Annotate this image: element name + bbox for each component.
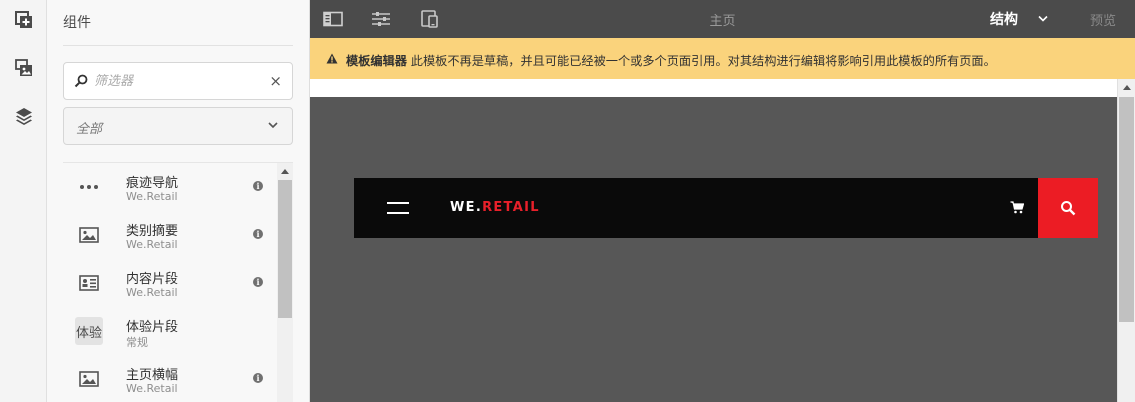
editor-canvas[interactable] <box>310 97 1117 402</box>
component-name: 主页横幅 <box>126 368 179 383</box>
scroll-thumb[interactable] <box>1119 97 1134 322</box>
brand-logo[interactable]: WE.RETAIL <box>450 200 540 215</box>
image-icon <box>75 221 103 249</box>
page-policy-button[interactable] <box>370 9 392 29</box>
component-group: We.Retail <box>126 382 178 395</box>
image-icon <box>75 365 103 393</box>
canvas-scrollbar[interactable] <box>1117 79 1135 402</box>
canvas-top-strip <box>310 79 1117 97</box>
info-icon[interactable]: i <box>253 373 263 383</box>
cart-icon[interactable] <box>1010 201 1024 214</box>
component-item[interactable]: 体验 体验片段 常规 <box>63 309 277 357</box>
banner-message: 模板编辑器 此模板不再是草稿，并且可能已经被一个或多个页面引用。对其结构进行编辑… <box>346 51 996 69</box>
info-icon[interactable]: i <box>253 277 263 287</box>
component-group: We.Retail <box>126 286 178 299</box>
mode-selector[interactable]: 结构 <box>990 9 1018 29</box>
component-name: 体验片段 <box>126 320 179 335</box>
side-panel-icon <box>323 11 343 27</box>
component-group: We.Retail <box>126 190 178 203</box>
chevron-down-icon[interactable] <box>1038 15 1048 22</box>
panel-divider <box>63 45 293 46</box>
sliders-icon <box>372 12 390 26</box>
banner-text: 此模板不再是草稿，并且可能已经被一个或多个页面引用。对其结构进行编辑将影响引用此… <box>406 54 996 68</box>
layers-icon <box>15 108 32 125</box>
banner-title: 模板编辑器 <box>346 54 407 68</box>
hamburger-menu-icon[interactable] <box>387 202 409 214</box>
brand-we: WE. <box>450 200 483 215</box>
rail-layers-button[interactable] <box>0 96 47 136</box>
template-warning-banner: 模板编辑器 此模板不再是草稿，并且可能已经被一个或多个页面引用。对其结构进行编辑… <box>310 38 1135 79</box>
add-component-icon <box>14 11 32 28</box>
rail-assets-button[interactable] <box>0 48 47 88</box>
chevron-down-icon <box>268 122 278 129</box>
component-list: 痕迹导航 We.Retail i 类别摘要 We.Retail i 内容片段 W… <box>63 163 277 402</box>
info-icon[interactable]: i <box>253 181 263 191</box>
components-panel: 组件 × 全部 痕迹导航 We.Retail i 类 <box>47 0 310 402</box>
brand-retail: RETAIL <box>482 200 540 215</box>
preview-button[interactable]: 预览 <box>1090 10 1116 29</box>
side-rail <box>0 0 47 402</box>
search-icon <box>74 74 88 88</box>
site-search-button[interactable] <box>1038 178 1098 238</box>
search-icon <box>1061 201 1076 216</box>
devices-icon <box>421 10 438 28</box>
group-filter-value: 全部 <box>76 122 103 137</box>
component-list-scrollbar[interactable] <box>277 163 293 402</box>
site-header-component[interactable]: WE.RETAIL <box>354 178 1098 238</box>
component-name: 痕迹导航 <box>126 176 179 191</box>
emulator-button[interactable] <box>419 9 441 29</box>
component-item[interactable]: 主页横幅 We.Retail i <box>63 357 277 402</box>
scroll-up-arrow-icon[interactable] <box>281 169 289 174</box>
info-icon[interactable]: i <box>253 229 263 239</box>
scroll-up-arrow-icon[interactable] <box>1123 85 1131 90</box>
component-group: We.Retail <box>126 238 178 251</box>
panel-title: 组件 <box>63 15 91 31</box>
component-item[interactable]: 内容片段 We.Retail i <box>63 261 277 309</box>
group-filter-select[interactable]: 全部 <box>63 107 293 145</box>
warning-icon <box>326 53 338 64</box>
editor-toolbar: 主页 结构 预览 <box>310 0 1135 38</box>
component-name: 内容片段 <box>126 272 179 287</box>
component-item[interactable]: 类别摘要 We.Retail i <box>63 213 277 261</box>
experience-fragment-thumb: 体验 <box>75 317 103 345</box>
component-name: 类别摘要 <box>126 224 179 239</box>
scroll-thumb[interactable] <box>278 180 292 318</box>
content-fragment-icon <box>75 269 103 297</box>
filter-input[interactable] <box>94 71 254 91</box>
assets-icon <box>14 59 32 76</box>
rail-components-button[interactable] <box>0 0 47 40</box>
component-group: 常规 <box>126 336 148 349</box>
toggle-side-panel-button[interactable] <box>322 9 344 29</box>
more-dots-icon <box>75 173 103 201</box>
clear-icon[interactable]: × <box>269 72 282 90</box>
component-item[interactable]: 痕迹导航 We.Retail i <box>63 165 277 213</box>
filter-search-box: × <box>63 62 293 100</box>
